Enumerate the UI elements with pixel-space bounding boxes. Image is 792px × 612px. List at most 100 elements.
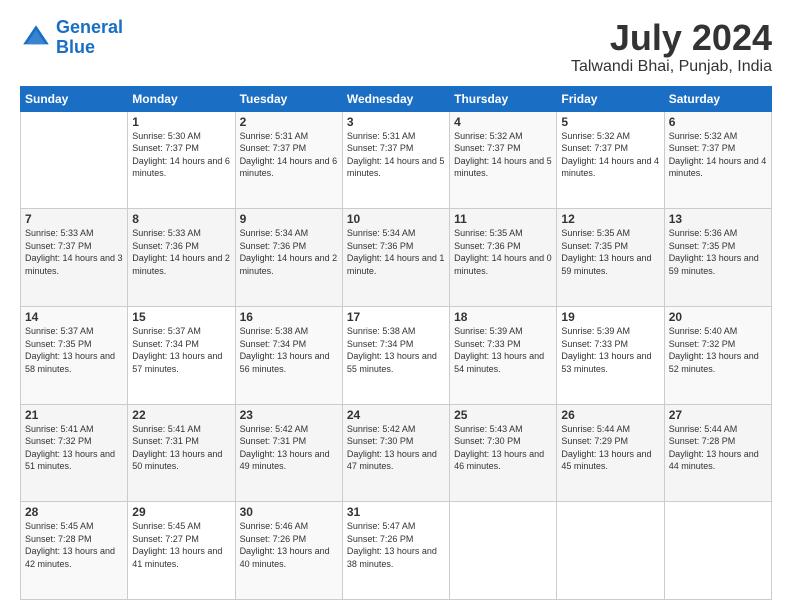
calendar-day-cell: 6Sunrise: 5:32 AMSunset: 7:37 PMDaylight…	[664, 111, 771, 209]
location-title: Talwandi Bhai, Punjab, India	[571, 58, 772, 76]
calendar-day-cell	[450, 502, 557, 600]
day-number: 10	[347, 212, 445, 226]
calendar-header-row: SundayMondayTuesdayWednesdayThursdayFrid…	[21, 86, 772, 111]
day-info: Sunrise: 5:38 AMSunset: 7:34 PMDaylight:…	[240, 325, 338, 375]
calendar-day-cell: 4Sunrise: 5:32 AMSunset: 7:37 PMDaylight…	[450, 111, 557, 209]
title-block: July 2024 Talwandi Bhai, Punjab, India	[571, 18, 772, 76]
calendar-day-cell: 22Sunrise: 5:41 AMSunset: 7:31 PMDayligh…	[128, 404, 235, 502]
day-number: 12	[561, 212, 659, 226]
day-info: Sunrise: 5:31 AMSunset: 7:37 PMDaylight:…	[347, 130, 445, 180]
day-info: Sunrise: 5:42 AMSunset: 7:30 PMDaylight:…	[347, 423, 445, 473]
day-info: Sunrise: 5:42 AMSunset: 7:31 PMDaylight:…	[240, 423, 338, 473]
calendar-day-cell: 20Sunrise: 5:40 AMSunset: 7:32 PMDayligh…	[664, 306, 771, 404]
day-number: 20	[669, 310, 767, 324]
calendar-day-cell: 10Sunrise: 5:34 AMSunset: 7:36 PMDayligh…	[342, 209, 449, 307]
calendar-day-cell: 16Sunrise: 5:38 AMSunset: 7:34 PMDayligh…	[235, 306, 342, 404]
calendar-day-cell: 27Sunrise: 5:44 AMSunset: 7:28 PMDayligh…	[664, 404, 771, 502]
day-of-week-header: Thursday	[450, 86, 557, 111]
day-number: 9	[240, 212, 338, 226]
day-number: 11	[454, 212, 552, 226]
day-info: Sunrise: 5:37 AMSunset: 7:35 PMDaylight:…	[25, 325, 123, 375]
day-info: Sunrise: 5:37 AMSunset: 7:34 PMDaylight:…	[132, 325, 230, 375]
calendar-day-cell	[557, 502, 664, 600]
calendar-day-cell: 18Sunrise: 5:39 AMSunset: 7:33 PMDayligh…	[450, 306, 557, 404]
calendar-day-cell: 31Sunrise: 5:47 AMSunset: 7:26 PMDayligh…	[342, 502, 449, 600]
calendar-day-cell: 25Sunrise: 5:43 AMSunset: 7:30 PMDayligh…	[450, 404, 557, 502]
day-number: 18	[454, 310, 552, 324]
calendar-day-cell: 3Sunrise: 5:31 AMSunset: 7:37 PMDaylight…	[342, 111, 449, 209]
day-info: Sunrise: 5:44 AMSunset: 7:28 PMDaylight:…	[669, 423, 767, 473]
day-info: Sunrise: 5:35 AMSunset: 7:36 PMDaylight:…	[454, 227, 552, 277]
day-info: Sunrise: 5:45 AMSunset: 7:27 PMDaylight:…	[132, 520, 230, 570]
calendar-day-cell: 21Sunrise: 5:41 AMSunset: 7:32 PMDayligh…	[21, 404, 128, 502]
day-of-week-header: Monday	[128, 86, 235, 111]
day-number: 6	[669, 115, 767, 129]
day-number: 17	[347, 310, 445, 324]
calendar-day-cell: 29Sunrise: 5:45 AMSunset: 7:27 PMDayligh…	[128, 502, 235, 600]
day-info: Sunrise: 5:34 AMSunset: 7:36 PMDaylight:…	[347, 227, 445, 277]
day-info: Sunrise: 5:38 AMSunset: 7:34 PMDaylight:…	[347, 325, 445, 375]
day-number: 1	[132, 115, 230, 129]
calendar-day-cell: 23Sunrise: 5:42 AMSunset: 7:31 PMDayligh…	[235, 404, 342, 502]
day-number: 22	[132, 408, 230, 422]
day-info: Sunrise: 5:32 AMSunset: 7:37 PMDaylight:…	[454, 130, 552, 180]
calendar-day-cell: 19Sunrise: 5:39 AMSunset: 7:33 PMDayligh…	[557, 306, 664, 404]
day-number: 16	[240, 310, 338, 324]
logo-text: General Blue	[56, 18, 123, 58]
calendar-week-row: 14Sunrise: 5:37 AMSunset: 7:35 PMDayligh…	[21, 306, 772, 404]
day-info: Sunrise: 5:33 AMSunset: 7:37 PMDaylight:…	[25, 227, 123, 277]
day-info: Sunrise: 5:30 AMSunset: 7:37 PMDaylight:…	[132, 130, 230, 180]
day-info: Sunrise: 5:46 AMSunset: 7:26 PMDaylight:…	[240, 520, 338, 570]
day-number: 19	[561, 310, 659, 324]
day-info: Sunrise: 5:32 AMSunset: 7:37 PMDaylight:…	[561, 130, 659, 180]
day-info: Sunrise: 5:35 AMSunset: 7:35 PMDaylight:…	[561, 227, 659, 277]
day-number: 29	[132, 505, 230, 519]
day-number: 28	[25, 505, 123, 519]
calendar-day-cell: 14Sunrise: 5:37 AMSunset: 7:35 PMDayligh…	[21, 306, 128, 404]
day-number: 31	[347, 505, 445, 519]
day-info: Sunrise: 5:39 AMSunset: 7:33 PMDaylight:…	[454, 325, 552, 375]
day-number: 25	[454, 408, 552, 422]
calendar-week-row: 28Sunrise: 5:45 AMSunset: 7:28 PMDayligh…	[21, 502, 772, 600]
day-info: Sunrise: 5:43 AMSunset: 7:30 PMDaylight:…	[454, 423, 552, 473]
day-number: 21	[25, 408, 123, 422]
day-info: Sunrise: 5:34 AMSunset: 7:36 PMDaylight:…	[240, 227, 338, 277]
calendar-week-row: 21Sunrise: 5:41 AMSunset: 7:32 PMDayligh…	[21, 404, 772, 502]
day-of-week-header: Saturday	[664, 86, 771, 111]
day-number: 3	[347, 115, 445, 129]
day-number: 5	[561, 115, 659, 129]
day-of-week-header: Tuesday	[235, 86, 342, 111]
day-number: 27	[669, 408, 767, 422]
calendar-day-cell: 24Sunrise: 5:42 AMSunset: 7:30 PMDayligh…	[342, 404, 449, 502]
day-info: Sunrise: 5:40 AMSunset: 7:32 PMDaylight:…	[669, 325, 767, 375]
calendar-week-row: 7Sunrise: 5:33 AMSunset: 7:37 PMDaylight…	[21, 209, 772, 307]
calendar-day-cell	[664, 502, 771, 600]
day-info: Sunrise: 5:44 AMSunset: 7:29 PMDaylight:…	[561, 423, 659, 473]
day-number: 14	[25, 310, 123, 324]
calendar-day-cell: 15Sunrise: 5:37 AMSunset: 7:34 PMDayligh…	[128, 306, 235, 404]
day-of-week-header: Sunday	[21, 86, 128, 111]
calendar-day-cell: 5Sunrise: 5:32 AMSunset: 7:37 PMDaylight…	[557, 111, 664, 209]
calendar-day-cell: 1Sunrise: 5:30 AMSunset: 7:37 PMDaylight…	[128, 111, 235, 209]
day-number: 2	[240, 115, 338, 129]
calendar-day-cell: 13Sunrise: 5:36 AMSunset: 7:35 PMDayligh…	[664, 209, 771, 307]
calendar-day-cell: 2Sunrise: 5:31 AMSunset: 7:37 PMDaylight…	[235, 111, 342, 209]
calendar-day-cell: 28Sunrise: 5:45 AMSunset: 7:28 PMDayligh…	[21, 502, 128, 600]
day-info: Sunrise: 5:31 AMSunset: 7:37 PMDaylight:…	[240, 130, 338, 180]
day-info: Sunrise: 5:33 AMSunset: 7:36 PMDaylight:…	[132, 227, 230, 277]
day-number: 15	[132, 310, 230, 324]
day-info: Sunrise: 5:36 AMSunset: 7:35 PMDaylight:…	[669, 227, 767, 277]
calendar-day-cell: 7Sunrise: 5:33 AMSunset: 7:37 PMDaylight…	[21, 209, 128, 307]
day-number: 26	[561, 408, 659, 422]
day-info: Sunrise: 5:39 AMSunset: 7:33 PMDaylight:…	[561, 325, 659, 375]
day-number: 7	[25, 212, 123, 226]
logo-icon	[20, 22, 52, 54]
day-number: 30	[240, 505, 338, 519]
calendar-week-row: 1Sunrise: 5:30 AMSunset: 7:37 PMDaylight…	[21, 111, 772, 209]
calendar-day-cell: 30Sunrise: 5:46 AMSunset: 7:26 PMDayligh…	[235, 502, 342, 600]
day-info: Sunrise: 5:41 AMSunset: 7:32 PMDaylight:…	[25, 423, 123, 473]
calendar-day-cell: 9Sunrise: 5:34 AMSunset: 7:36 PMDaylight…	[235, 209, 342, 307]
calendar-day-cell: 8Sunrise: 5:33 AMSunset: 7:36 PMDaylight…	[128, 209, 235, 307]
day-of-week-header: Friday	[557, 86, 664, 111]
day-info: Sunrise: 5:47 AMSunset: 7:26 PMDaylight:…	[347, 520, 445, 570]
